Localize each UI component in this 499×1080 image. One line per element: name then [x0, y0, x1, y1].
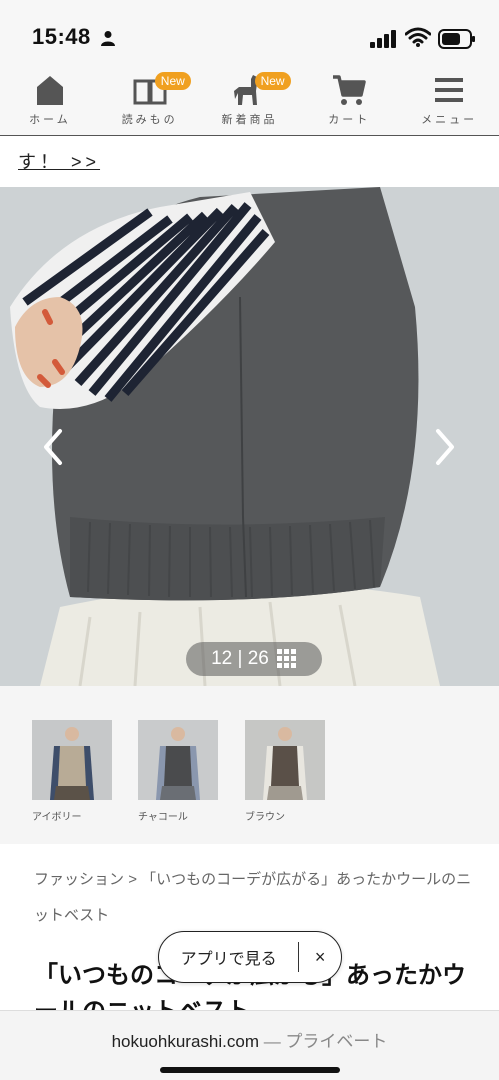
domain-name: hokuohkurashi.com: [111, 1032, 259, 1051]
nav-label: カート: [328, 114, 371, 126]
chevron-left-icon[interactable]: [38, 427, 68, 467]
breadcrumb: ファッション > 「いつものコーデが広がる」あったかウールのニットベスト: [34, 862, 474, 934]
vest-shape: [164, 746, 192, 786]
nav-item-reading[interactable]: New 読みもの: [100, 66, 200, 135]
nav-item-menu[interactable]: メニュー: [399, 66, 499, 135]
status-bar: 15:48: [0, 0, 499, 66]
signal-icon: [370, 30, 396, 48]
open-in-app-banner: アプリで見る ×: [158, 931, 342, 983]
site-nav: ホーム New 読みもの New 新着商品 カート メニュー: [0, 66, 499, 136]
product-image-carousel[interactable]: 12 | 26: [0, 187, 499, 686]
breadcrumb-separator: >: [128, 871, 137, 888]
menu-icon: [435, 78, 464, 102]
private-mode-label: — プライベート: [258, 1032, 388, 1051]
variant-thumbnail: [32, 720, 112, 800]
battery-icon: [438, 29, 475, 49]
status-time: 15:48: [32, 24, 91, 49]
color-variants: アイボリー チャコール ブラウン: [0, 686, 499, 844]
nav-item-new-products[interactable]: New 新着商品: [200, 66, 300, 135]
nav-label: メニュー: [421, 114, 478, 126]
new-badge: New: [254, 72, 291, 90]
home-indicator[interactable]: [160, 1067, 340, 1073]
wifi-icon: [405, 27, 431, 47]
promo-link[interactable]: す！ >>: [18, 148, 100, 174]
variant-ivory[interactable]: アイボリー: [32, 720, 112, 823]
cart-icon: [333, 75, 367, 105]
variant-label: ブラウン: [245, 812, 285, 823]
person-icon: [101, 31, 115, 46]
variant-thumbnail: [138, 720, 218, 800]
home-icon: [36, 76, 63, 105]
variant-brown[interactable]: ブラウン: [245, 720, 325, 823]
nav-label: 新着商品: [221, 114, 278, 126]
variant-label: アイボリー: [32, 812, 82, 823]
nav-label: ホーム: [29, 114, 71, 126]
grid-icon: [276, 649, 296, 668]
nav-item-cart[interactable]: カート: [299, 66, 399, 135]
nav-item-home[interactable]: ホーム: [0, 66, 100, 135]
image-counter[interactable]: 12 | 26: [186, 642, 322, 676]
new-badge: New: [154, 72, 191, 90]
address-text: hokuohkurashi.com — プライベート: [0, 1027, 499, 1052]
variant-charcoal[interactable]: チャコール: [138, 720, 218, 823]
product-photo: [0, 187, 499, 686]
open-in-app-button[interactable]: アプリで見る: [159, 945, 298, 969]
variant-label: チャコール: [138, 812, 188, 823]
breadcrumb-category[interactable]: ファッション: [34, 871, 124, 888]
vest-shape: [271, 746, 299, 786]
vest-shape: [58, 746, 86, 786]
chevron-right-icon[interactable]: [430, 427, 460, 467]
browser-address-bar[interactable]: hokuohkurashi.com — プライベート: [0, 1010, 499, 1080]
close-icon[interactable]: ×: [299, 947, 341, 968]
nav-label: 読みもの: [121, 114, 178, 126]
variant-thumbnail: [245, 720, 325, 800]
image-counter-text: 12 | 26: [211, 648, 269, 669]
